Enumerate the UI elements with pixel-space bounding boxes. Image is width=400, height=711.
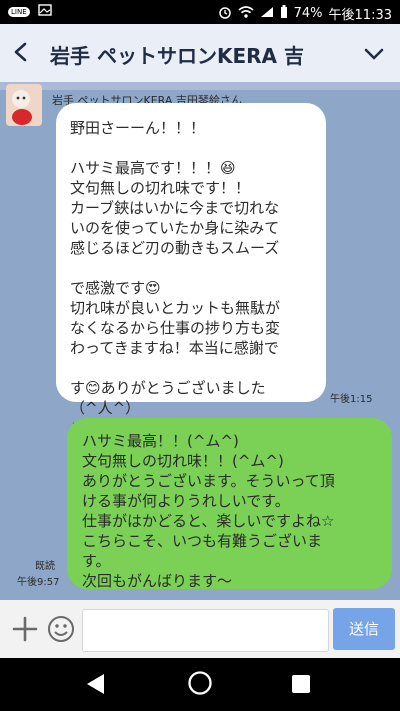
read-status: 既読: [35, 561, 55, 572]
battery-icon: [280, 4, 288, 23]
arrow-back-icon[interactable]: [10, 41, 32, 63]
wifi-icon: [238, 5, 254, 22]
chat-title: 岩手 ペットサロンKERA 吉: [50, 44, 304, 68]
send-button[interactable]: 送信: [333, 608, 395, 650]
chat-top-strip: [0, 82, 400, 90]
image-icon: [37, 4, 52, 20]
signal-icon: [260, 6, 274, 22]
status-bar: LINE 74% 午後11:33: [0, 0, 400, 24]
android-nav-bar: [0, 658, 400, 711]
avatar[interactable]: [6, 84, 42, 126]
nav-home-icon[interactable]: [187, 670, 213, 696]
outgoing-timestamp: 午後9:57: [17, 577, 60, 588]
nav-recent-apps-icon[interactable]: [290, 673, 312, 695]
message-input[interactable]: [82, 609, 329, 652]
outgoing-message-text: ハサミ最高！！(^ム^) 文句無しの切れ味！！(^ム^) ありがとうございます。…: [82, 432, 335, 590]
incoming-message-text: 野田さーーん！！！ ハサミ最高です！！！😆 文句無しの切れ味です！！ カーブ鋏は…: [70, 119, 281, 437]
nav-back-icon[interactable]: [84, 672, 106, 696]
input-bar: 送信: [0, 600, 400, 658]
chat-header: 岩手 ペットサロンKERA 吉: [0, 24, 400, 82]
plus-icon[interactable]: [10, 614, 40, 644]
incoming-timestamp: 午後1:15: [330, 394, 373, 405]
battery-level: 74%: [293, 6, 323, 21]
alarm-icon: [218, 5, 232, 23]
smiley-icon[interactable]: [46, 614, 76, 644]
chevron-down-icon[interactable]: [362, 42, 386, 66]
clock: 午後11:33: [328, 8, 392, 23]
line-app-icon: LINE: [8, 7, 30, 17]
